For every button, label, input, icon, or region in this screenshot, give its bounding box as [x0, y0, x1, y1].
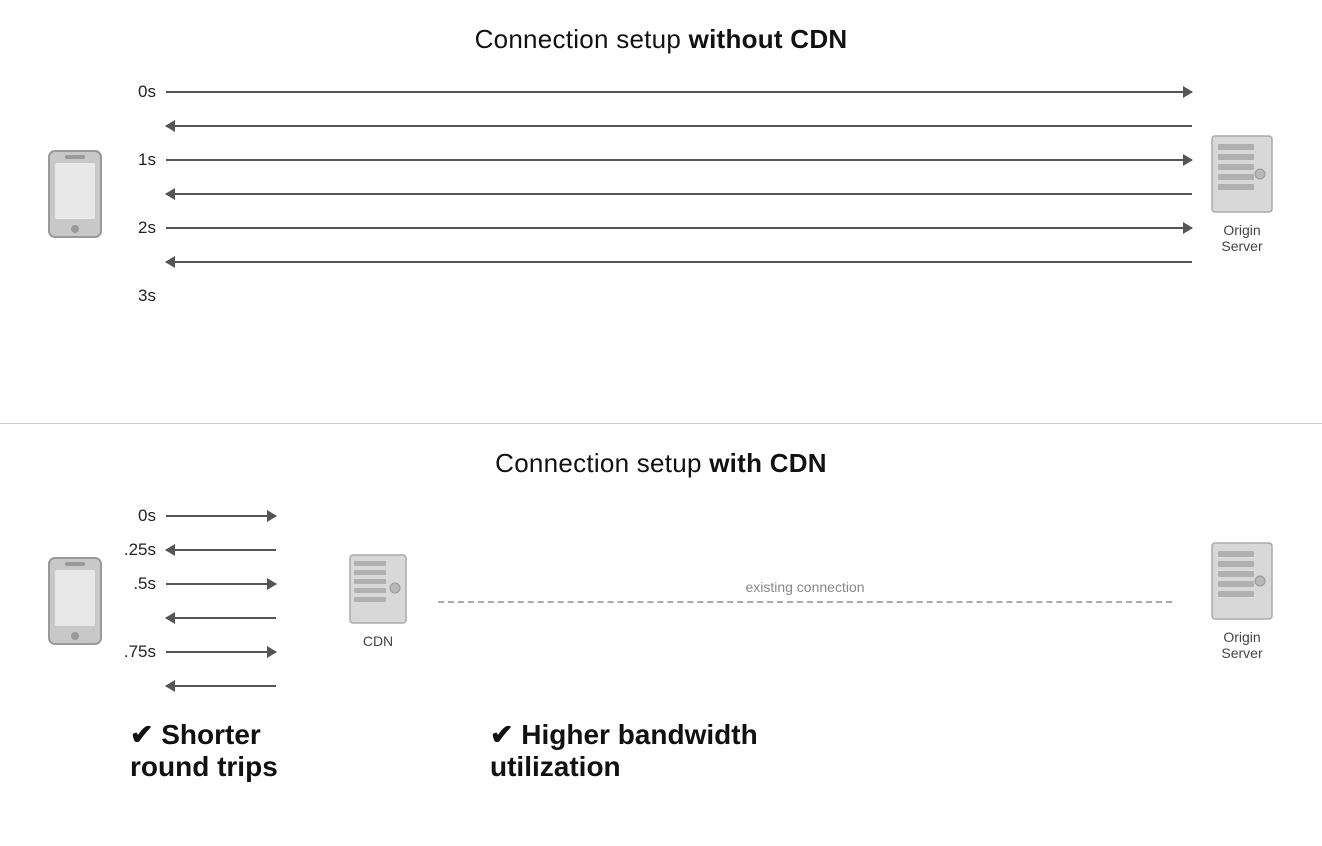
- bottom-title: Connection setup with CDN: [495, 448, 827, 479]
- arrow-1s-right: [166, 159, 1192, 161]
- dotted-connection-line: [438, 601, 1172, 603]
- time-1s-top: 1s: [118, 150, 156, 170]
- arrow-row-3s: 3s: [118, 279, 1192, 313]
- top-title: Connection setup without CDN: [475, 24, 848, 55]
- arrow-0s-right: [166, 91, 1192, 93]
- arrow-2s-right: [166, 227, 1192, 229]
- time-0s-top: 0s: [118, 82, 156, 102]
- cdn-arrows-area: 0s .25s .5s .75s: [110, 499, 330, 703]
- top-title-normal: Connection setup: [475, 24, 689, 54]
- cdn-server: CDN: [338, 553, 418, 649]
- top-diagram-row: 0s 1s 2s: [40, 75, 1282, 313]
- top-section: Connection setup without CDN 0s: [0, 0, 1322, 424]
- cdn-label: CDN: [363, 633, 393, 649]
- arrow-1s-left: [166, 193, 1192, 195]
- cdn-arrow-row-025s-return: .25s: [118, 533, 330, 567]
- cdn-arrow-0s-right: [166, 515, 276, 517]
- bottom-title-normal: Connection setup: [495, 448, 709, 478]
- cdn-arrow-row-05s: .5s: [118, 567, 330, 601]
- arrow-row-1s-return: [118, 177, 1192, 211]
- arrow-row-2s-return: [118, 245, 1192, 279]
- origin-server-bottom-label: OriginServer: [1221, 629, 1262, 661]
- origin-server-top-label: OriginServer: [1221, 222, 1262, 254]
- origin-server-bottom: OriginServer: [1202, 541, 1282, 661]
- arrow-0s-left: [166, 125, 1192, 127]
- arrow-2s-left: [166, 261, 1192, 263]
- arrow-row-0s-return: [118, 109, 1192, 143]
- benefit-higher-bandwidth: ✔ Higher bandwidthutilization: [490, 719, 1282, 783]
- origin-server-top: OriginServer: [1202, 134, 1282, 254]
- cdn-arrow-row-075s-return: [118, 669, 330, 703]
- benefit-shorter-trips: ✔ Shorterround trips: [130, 719, 490, 783]
- cdn-arrow-025s-left: [166, 549, 276, 551]
- cdn-arrow-row-05s-return: [118, 601, 330, 635]
- cdn-arrow-075s-right: [166, 651, 276, 653]
- arrow-row-1s: 1s: [118, 143, 1192, 177]
- top-title-bold: without CDN: [689, 24, 848, 54]
- arrow-row-0s: 0s: [118, 75, 1192, 109]
- cdn-arrow-05s-left: [166, 617, 276, 619]
- cdn-time-075s: .75s: [118, 642, 156, 662]
- arrow-row-2s: 2s: [118, 211, 1192, 245]
- cdn-time-0s: 0s: [118, 506, 156, 526]
- benefits-row: ✔ Shorterround trips ✔ Higher bandwidthu…: [40, 719, 1282, 783]
- existing-connection-area: existing connection: [418, 579, 1192, 603]
- phone-device-bottom: [40, 556, 110, 646]
- bottom-title-bold: with CDN: [709, 448, 827, 478]
- cdn-arrow-075s-left: [166, 685, 276, 687]
- time-3s-top: 3s: [118, 286, 156, 306]
- cdn-time-05s: .5s: [118, 574, 156, 594]
- cdn-arrow-05s-right: [166, 583, 276, 585]
- existing-connection-label: existing connection: [745, 579, 864, 595]
- bottom-section: Connection setup with CDN 0s .25s: [0, 424, 1322, 846]
- time-2s-top: 2s: [118, 218, 156, 238]
- cdn-arrow-row-0s: 0s: [118, 499, 330, 533]
- cdn-time-025s: .25s: [118, 540, 156, 560]
- cdn-arrow-row-075s: .75s: [118, 635, 330, 669]
- top-arrows-area: 0s 1s 2s: [110, 75, 1192, 313]
- bottom-diagram-row: 0s .25s .5s .75s: [40, 499, 1282, 703]
- phone-device-top: [40, 149, 110, 239]
